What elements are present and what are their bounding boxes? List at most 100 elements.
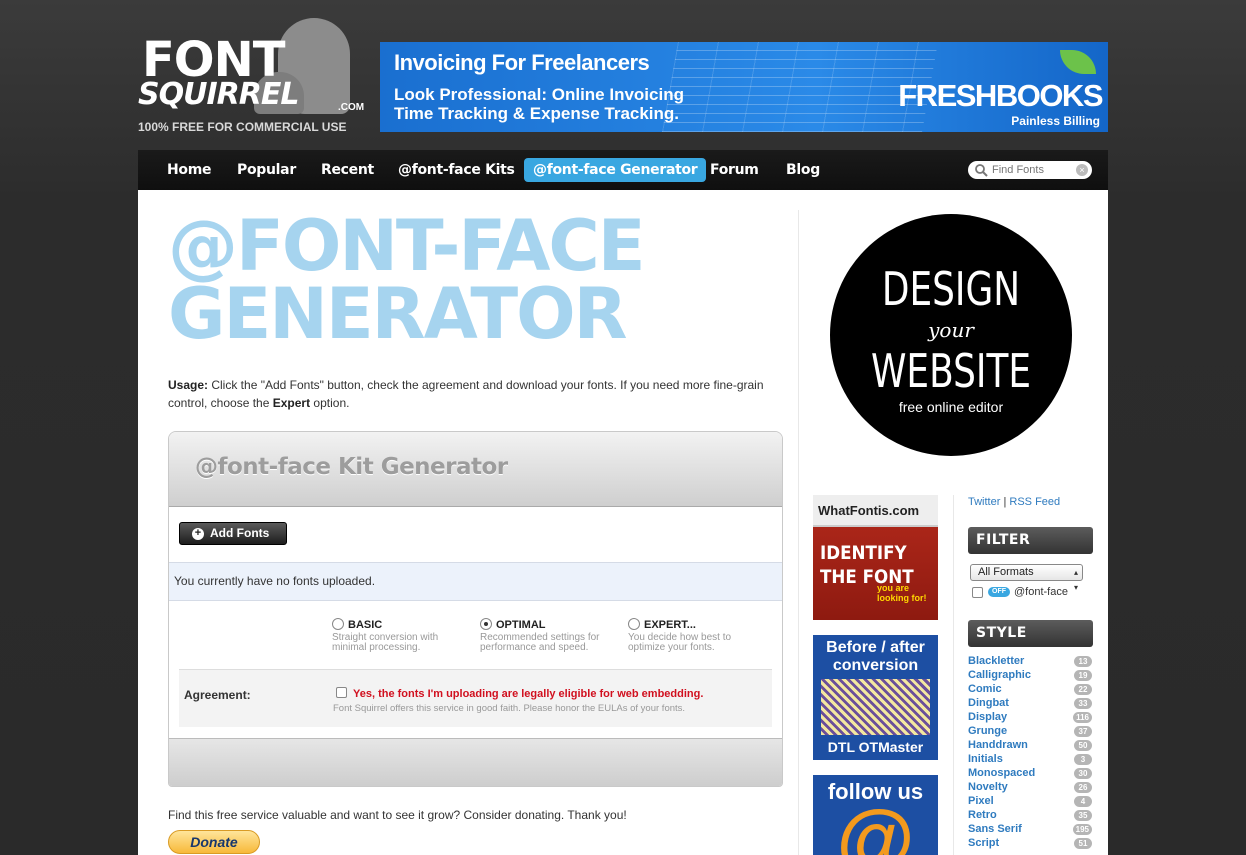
generator-body: + Add Fonts You currently have no fonts … xyxy=(169,512,782,738)
style-item[interactable]: Blackletter 13 xyxy=(968,655,1093,669)
agreement-checkbox[interactable] xyxy=(336,687,347,698)
whatfontis-ad[interactable]: WhatFontis.com IDENTIFY THE FONT you are… xyxy=(813,495,938,620)
style-item[interactable]: Grunge 37 xyxy=(968,725,1093,739)
style-item[interactable]: Retro 35 xyxy=(968,809,1093,823)
agreement-label: Agreement: xyxy=(184,688,251,702)
style-item[interactable]: Pixel 4 xyxy=(968,795,1093,809)
generator-footer xyxy=(169,738,782,786)
font-face-toggle[interactable]: OFF xyxy=(988,587,1010,597)
style-item[interactable]: Sans Serif 195 xyxy=(968,823,1093,837)
style-count: 195 xyxy=(1072,824,1092,835)
banner-invoice-image xyxy=(662,42,938,132)
nav-popular[interactable]: Popular xyxy=(228,158,305,182)
expert-desc: You decide how best to optimize your fon… xyxy=(628,632,732,653)
sidebar-divider xyxy=(953,495,954,855)
font-face-checkbox[interactable] xyxy=(972,587,983,598)
rss-feed-link[interactable]: RSS Feed xyxy=(1009,496,1060,508)
style-name[interactable]: Comic xyxy=(968,683,1002,695)
follow-us-ad[interactable]: follow us @ xyxy=(813,775,938,855)
otmaster-headline: Before / after conversion xyxy=(826,639,925,674)
logo-squirrel-text: SQUIRREL xyxy=(138,77,299,112)
agreement-note: Font Squirrel offers this service in goo… xyxy=(333,703,686,714)
whatfontis-brand: WhatFontis.com xyxy=(818,503,920,518)
agreement-text[interactable]: Yes, the fonts I'm uploading are legally… xyxy=(353,688,703,700)
twitter-link[interactable]: Twitter xyxy=(968,496,1000,508)
donate-button[interactable]: Donate xyxy=(168,830,260,854)
style-name[interactable]: Retro xyxy=(968,809,997,821)
plus-icon: + xyxy=(192,528,204,540)
design-ad-line4: free online editor xyxy=(898,399,1004,415)
usage-body-1: Click the "Add Fonts" button, check the … xyxy=(168,378,764,410)
search-input[interactable] xyxy=(992,162,1076,178)
style-name[interactable]: Script xyxy=(968,837,999,849)
at-symbol-icon: @ xyxy=(836,794,915,855)
style-item[interactable]: Monospaced 30 xyxy=(968,767,1093,781)
style-item[interactable]: Calligraphic 19 xyxy=(968,669,1093,683)
style-name[interactable]: Calligraphic xyxy=(968,669,1031,681)
style-name[interactable]: Monospaced xyxy=(968,767,1035,779)
style-item[interactable]: Comic 22 xyxy=(968,683,1093,697)
nav-blog[interactable]: Blog xyxy=(777,158,829,182)
otmaster-image xyxy=(821,679,930,735)
style-count: 33 xyxy=(1074,698,1092,709)
add-fonts-button[interactable]: + Add Fonts xyxy=(179,522,287,545)
style-name[interactable]: Initials xyxy=(968,753,1003,765)
style-count: 35 xyxy=(1074,810,1092,821)
page-content: @FONT-FACE GENERATOR Usage: Click the "A… xyxy=(138,190,1108,855)
freshbooks-banner-ad[interactable]: Invoicing For Freelancers Look Professio… xyxy=(380,42,1108,132)
logo-com: .COM xyxy=(338,102,365,113)
otmaster-ad[interactable]: Before / after conversion DTL OTMaster xyxy=(813,635,938,760)
optimal-radio[interactable] xyxy=(480,618,492,630)
search-icon[interactable] xyxy=(974,163,988,177)
page-title: @FONT-FACE GENERATOR xyxy=(168,205,646,355)
optimal-label: OPTIMAL xyxy=(496,619,546,631)
social-links: Twitter | RSS Feed xyxy=(968,496,1060,508)
site-logo[interactable]: FONT SQUIRREL .COM 100% FREE FOR COMMERC… xyxy=(138,14,365,136)
style-name[interactable]: Novelty xyxy=(968,781,1008,793)
optimal-desc: Recommended settings for performance and… xyxy=(480,632,600,653)
style-item[interactable]: Dingbat 33 xyxy=(968,697,1093,711)
leaf-icon xyxy=(1060,50,1096,74)
expert-radio[interactable] xyxy=(628,618,640,630)
expert-label: EXPERT... xyxy=(644,619,696,631)
no-fonts-message: You currently have no fonts uploaded. xyxy=(169,562,782,601)
main-nav: Home Popular Recent @font-face Kits @fon… xyxy=(138,150,1108,190)
formats-select[interactable]: All Formats ▴ ▾ xyxy=(970,564,1083,592)
style-name[interactable]: Blackletter xyxy=(968,655,1024,667)
style-item[interactable]: Handdrawn 50 xyxy=(968,739,1093,753)
logo-tagline: 100% FREE FOR COMMERCIAL USE xyxy=(138,120,347,134)
style-name[interactable]: Dingbat xyxy=(968,697,1009,709)
column-divider xyxy=(798,210,799,855)
style-name[interactable]: Display xyxy=(968,711,1007,723)
style-name[interactable]: Handdrawn xyxy=(968,739,1028,751)
search-box: × xyxy=(968,161,1092,179)
whatfontis-logo-bar: WhatFontis.com xyxy=(813,495,938,527)
style-name[interactable]: Grunge xyxy=(968,725,1007,737)
font-face-label: @font-face xyxy=(1014,586,1068,598)
style-item[interactable]: Novelty 26 xyxy=(968,781,1093,795)
banner-headline: Invoicing For Freelancers xyxy=(394,50,650,75)
style-count: 50 xyxy=(1074,740,1092,751)
style-count: 3 xyxy=(1074,754,1092,765)
style-count: 116 xyxy=(1073,712,1092,723)
style-item[interactable]: Script 51 xyxy=(968,837,1093,851)
style-name[interactable]: Pixel xyxy=(968,795,994,807)
nav-home[interactable]: Home xyxy=(158,158,220,182)
design-website-ad[interactable]: DESIGN your WEBSITE free online editor xyxy=(830,214,1072,456)
design-ad-line3: WEBSITE xyxy=(870,344,1032,398)
style-count: 30 xyxy=(1074,768,1092,779)
style-item[interactable]: Display 116 xyxy=(968,711,1093,725)
design-ad-line2: your xyxy=(928,318,974,342)
style-name[interactable]: Sans Serif xyxy=(968,823,1022,835)
filter-heading: FILTER xyxy=(968,527,1093,554)
nav-forum[interactable]: Forum xyxy=(701,158,768,182)
clear-search-icon[interactable]: × xyxy=(1076,164,1088,176)
nav-font-face-generator[interactable]: @font-face Generator xyxy=(524,158,707,182)
style-item[interactable]: Initials 3 xyxy=(968,753,1093,767)
nav-font-face-kits[interactable]: @font-face Kits xyxy=(389,158,524,182)
basic-radio[interactable] xyxy=(332,618,344,630)
add-fonts-label: Add Fonts xyxy=(210,526,270,540)
nav-recent[interactable]: Recent xyxy=(312,158,383,182)
banner-brand-tag: Painless Billing xyxy=(1011,114,1100,128)
style-heading: STYLE xyxy=(968,620,1093,647)
